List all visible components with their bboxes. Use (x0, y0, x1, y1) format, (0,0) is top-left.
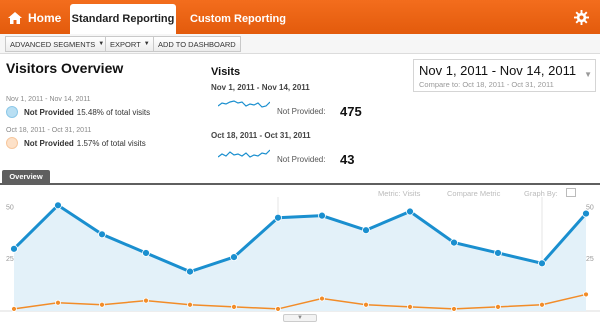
chevron-down-icon: ▼ (143, 41, 150, 47)
segment-detail: 15.48% of total visits (76, 107, 151, 117)
not-provided-label: Not Provided: (277, 107, 326, 116)
tab-divider (0, 183, 600, 185)
chevron-down-icon: ▼ (98, 41, 105, 47)
data-point (495, 303, 501, 310)
tab-standard-reporting[interactable]: Standard Reporting (70, 4, 176, 34)
data-point (231, 303, 237, 310)
visits-period-date: Nov 1, 2011 - Nov 14, 2011 (211, 83, 310, 92)
data-point (363, 301, 369, 308)
page-title: Visitors Overview (6, 60, 124, 76)
visits-sparkline (218, 100, 270, 108)
data-point (275, 306, 281, 312)
data-point (10, 244, 18, 253)
data-point (98, 230, 106, 239)
data-point (187, 301, 193, 308)
advanced-segments-button[interactable]: ADVANCED SEGMENTS ▼ (5, 36, 110, 52)
series-area-fill (14, 205, 586, 311)
advanced-segments-label: ADVANCED SEGMENTS (10, 39, 96, 49)
not-provided-label: Not Provided: (277, 155, 326, 164)
visits-title: Visits (211, 66, 241, 78)
segment-color-icon (6, 106, 18, 118)
data-point (538, 259, 546, 268)
visits-sparkline (218, 149, 270, 158)
data-point (230, 253, 238, 262)
data-point (318, 211, 326, 220)
data-point (582, 209, 590, 218)
data-point (539, 301, 545, 308)
gear-icon[interactable] (574, 10, 589, 25)
segment-date-range: Oct 18, 2011 - Oct 31, 2011 (6, 127, 92, 134)
data-point (450, 238, 458, 247)
add-to-dashboard-button[interactable]: ADD TO DASHBOARD (153, 36, 241, 52)
y-tick-label-left: 25 (6, 256, 14, 263)
data-point (494, 249, 502, 257)
y-tick-label-left: 50 (6, 204, 14, 211)
data-point (142, 249, 150, 257)
date-range-main: Nov 1, 2011 - Nov 14, 2011 (419, 63, 577, 78)
tab-custom-reporting[interactable]: Custom Reporting (190, 4, 286, 34)
graph-by-icon[interactable] (566, 188, 576, 197)
segment-row[interactable]: Not Provided 1.57% of total visits (6, 137, 146, 149)
segment-name: Not Provided (24, 138, 74, 148)
export-label: EXPORT (110, 39, 141, 49)
data-point (11, 306, 17, 312)
date-range-picker[interactable]: Nov 1, 2011 - Nov 14, 2011 Compare to: O… (413, 59, 596, 92)
y-tick-label-right: 25 (586, 256, 594, 263)
segment-name: Not Provided (24, 107, 74, 117)
date-range-compare: Compare to: Oct 18, 2011 - Oct 31, 2011 (419, 80, 554, 89)
segment-detail: 1.57% of total visits (76, 138, 146, 148)
segment-date-range: Nov 1, 2011 - Nov 14, 2011 (6, 96, 91, 103)
visits-value: 43 (340, 152, 355, 167)
data-point (583, 291, 589, 298)
data-point (99, 301, 105, 308)
top-navigation-bar: Home Standard Reporting Custom Reporting (0, 0, 600, 34)
tab-overview[interactable]: Overview (2, 170, 50, 183)
visits-value: 475 (340, 104, 362, 119)
segment-color-icon (6, 137, 18, 149)
export-button[interactable]: EXPORT ▼ (105, 36, 155, 52)
segment-row[interactable]: Not Provided 15.48% of total visits (6, 106, 150, 118)
data-point (54, 201, 62, 210)
data-point (451, 306, 457, 312)
data-point (406, 207, 414, 216)
visits-line-chart: 50255025Nov 8Nov 13 (0, 197, 600, 312)
data-point (362, 226, 370, 235)
data-point (143, 297, 149, 304)
home-nav-item[interactable]: Home (8, 9, 61, 27)
home-label: Home (28, 11, 62, 25)
chevron-down-icon: ▼ (584, 70, 592, 79)
data-point (186, 267, 194, 276)
data-point (274, 213, 282, 222)
home-icon (8, 12, 22, 24)
data-point (407, 303, 413, 310)
chart-scroll-handle[interactable]: ▼ (283, 314, 317, 322)
data-point (319, 295, 325, 302)
data-point (55, 299, 61, 306)
report-toolbar: ADVANCED SEGMENTS ▼ EXPORT ▼ ADD TO DASH… (0, 34, 600, 54)
visits-period-date: Oct 18, 2011 - Oct 31, 2011 (211, 131, 311, 140)
